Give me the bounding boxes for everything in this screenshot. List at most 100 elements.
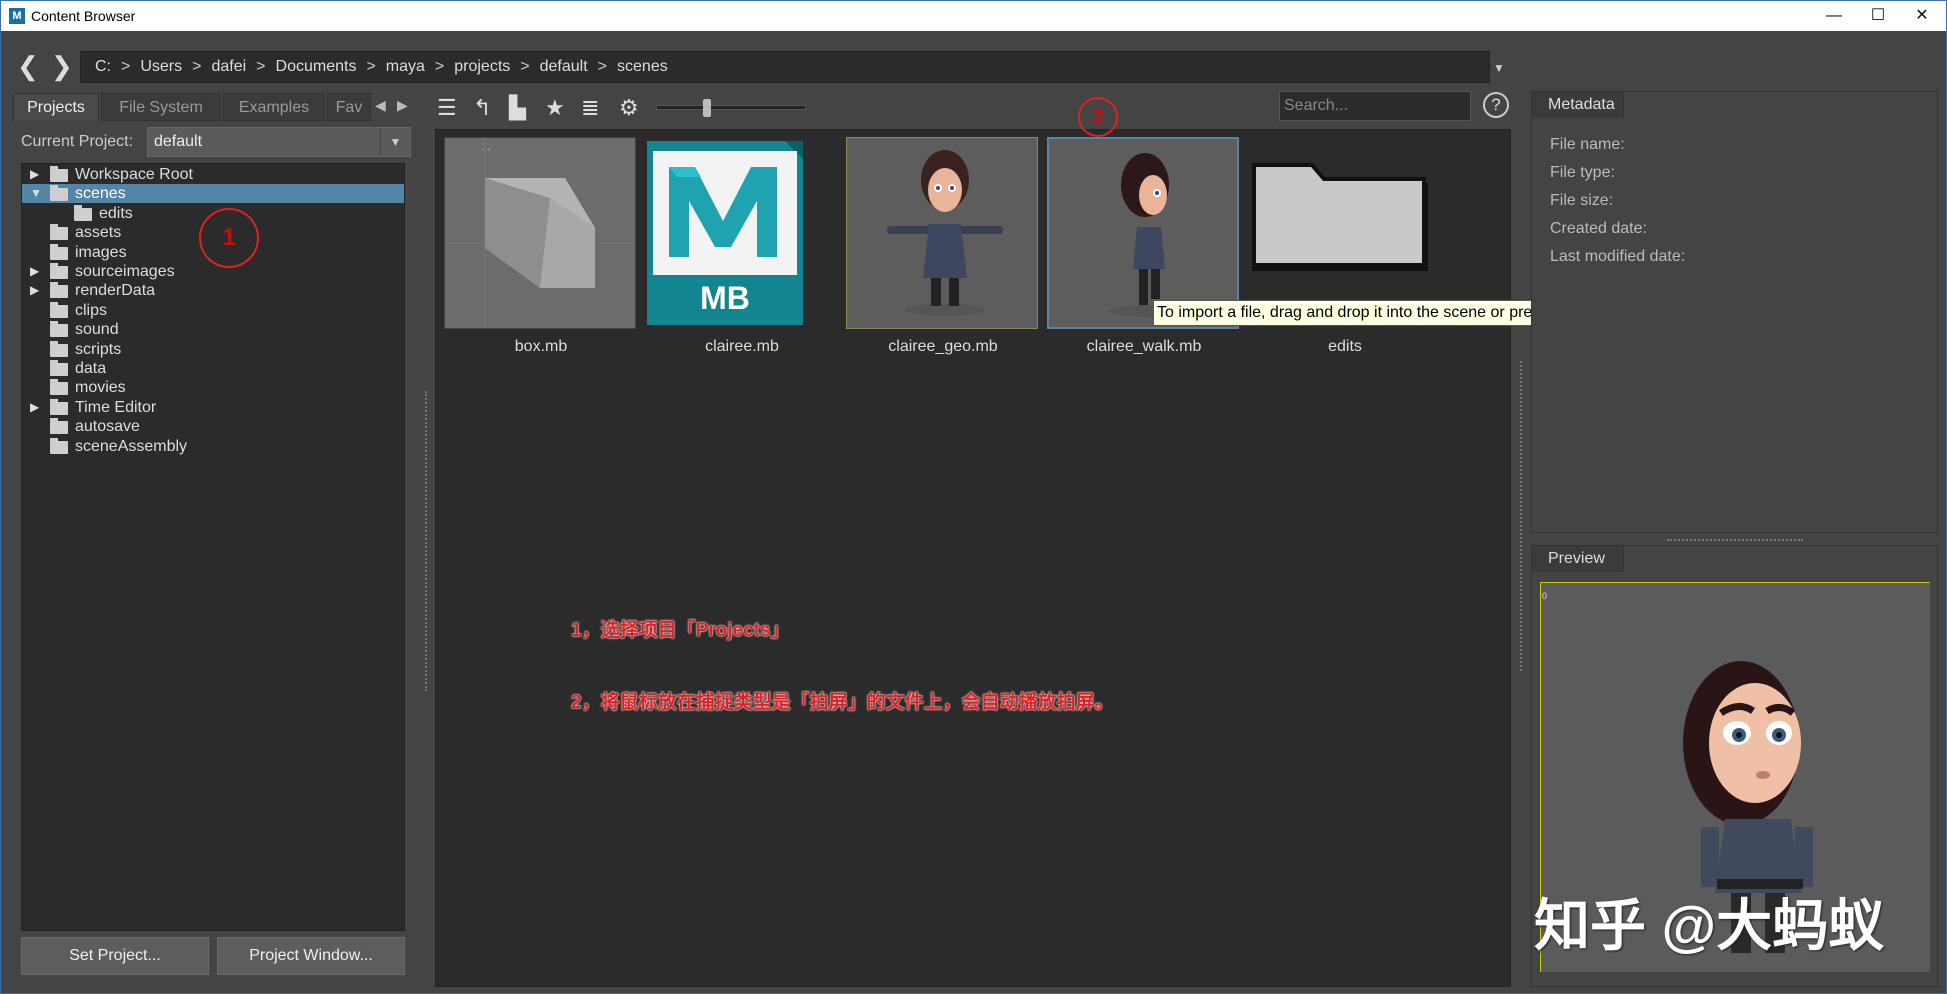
window-title: Content Browser (31, 8, 136, 24)
folder-icon (50, 418, 68, 435)
new-folder-icon[interactable]: ▙ (509, 95, 526, 121)
title-bar: M Content Browser — ☐ ✕ (1, 1, 1946, 31)
annotation-marker-2: 2 (1078, 97, 1118, 137)
tree-item[interactable]: ▶ sourceimages (22, 262, 404, 281)
tree-item[interactable]: sceneAssembly (22, 437, 404, 456)
set-project-button[interactable]: Set Project... (21, 937, 209, 975)
tree-item-label: sound (75, 321, 119, 339)
metadata-file-size-label: File size: (1550, 192, 1614, 209)
tree-item-label: assets (75, 224, 122, 242)
expand-arrow-icon[interactable]: ▶ (30, 281, 39, 300)
close-button[interactable]: ✕ (1907, 4, 1937, 28)
left-splitter[interactable] (425, 391, 427, 691)
path-dropdown-icon[interactable]: ▼ (1493, 61, 1505, 75)
tab-projects[interactable]: Projects (13, 93, 99, 121)
content-browser-window: M Content Browser — ☐ ✕ ❮ ❯ C: > Users > daf… (0, 0, 1947, 994)
maximize-button[interactable]: ☐ (1863, 4, 1893, 28)
tab-scroll-left-icon[interactable]: ◀ (375, 97, 386, 114)
file-name: clairee_geo.mb (888, 338, 998, 355)
folder-icon (50, 166, 68, 182)
sort-list-icon[interactable]: ≣ (581, 95, 599, 121)
list-view-icon[interactable]: ☰ (437, 95, 457, 121)
file-thumbnail: MB (645, 137, 837, 329)
bookmark-star-icon[interactable]: ★ (545, 95, 565, 121)
metadata-title: Metadata (1532, 92, 1624, 118)
breadcrumb-segment[interactable]: projects (454, 58, 510, 75)
gear-icon[interactable]: ⚙ (619, 95, 639, 121)
maya-app-icon: M (9, 8, 25, 24)
tree-item[interactable]: autosave (22, 417, 404, 436)
metadata-preview-splitter[interactable] (1667, 539, 1803, 541)
tree-item[interactable]: scripts (22, 340, 404, 359)
breadcrumb-segment[interactable]: scenes (617, 58, 668, 75)
file-name: clairee.mb (705, 338, 779, 355)
current-project-select[interactable]: default ▼ (147, 127, 411, 157)
tree-item-label: Time Editor (75, 398, 157, 416)
tree-item[interactable]: ▶ Workspace Root (22, 165, 404, 184)
preview-frame-label: 0 (1542, 591, 1548, 601)
expand-arrow-icon[interactable]: ▶ (30, 165, 39, 184)
tree-item-label: clips (75, 301, 108, 319)
search-input[interactable]: Search... (1279, 91, 1471, 121)
collapse-arrow-icon[interactable]: ▼ (30, 184, 42, 203)
tree-item[interactable]: movies (22, 378, 404, 397)
tree-item-label: images (75, 243, 127, 261)
file-name: edits (1328, 338, 1362, 355)
file-badge: MB (700, 280, 750, 316)
tab-examples[interactable]: Examples (223, 93, 325, 121)
minimize-button[interactable]: — (1819, 4, 1849, 28)
breadcrumb-segment[interactable]: Documents (276, 58, 357, 75)
tab-scroll-right-icon[interactable]: ▶ (397, 97, 408, 114)
folder-icon (50, 340, 68, 357)
project-window-button[interactable]: Project Window... (217, 937, 405, 975)
annotation-step-1: 1，选择项目「Projects」 (571, 620, 790, 641)
current-project-row: Current Project: default ▼ (17, 127, 415, 157)
expand-arrow-icon[interactable]: ▶ (30, 398, 39, 417)
tree-item[interactable]: ▶ renderData (22, 281, 404, 300)
tab-file-system[interactable]: File System (101, 93, 221, 121)
tree-item[interactable]: ▼ scenes (22, 184, 404, 204)
folder-icon (50, 263, 68, 279)
folder-icon (74, 204, 92, 221)
folder-icon (50, 437, 68, 454)
tree-item-label: edits (99, 204, 133, 222)
tree-item[interactable]: sound (22, 320, 404, 339)
breadcrumb-segment[interactable]: maya (386, 58, 425, 75)
metadata-file-type-label: File type: (1550, 164, 1615, 181)
help-icon[interactable]: ? (1483, 92, 1509, 118)
maya-file-icon: MB (647, 141, 803, 325)
file-name: box.mb (514, 338, 568, 355)
navigation-row: ❮ ❯ C: > Users > dafei > Documents > maya > projec… (1, 31, 1946, 91)
folder-icon (50, 243, 68, 260)
project-folder-tree[interactable]: ▶ Workspace Root ▼ scenes edits assets images ▶… (21, 163, 405, 931)
breadcrumb-segment[interactable]: default (540, 58, 588, 75)
metadata-modified-date-label: Last modified date: (1550, 248, 1686, 265)
tree-item[interactable]: ▶ Time Editor (22, 398, 404, 417)
breadcrumb[interactable]: C: > Users > dafei > Documents > maya > projects > d… (80, 51, 1490, 83)
tree-item-label: autosave (75, 418, 140, 436)
right-splitter[interactable] (1520, 361, 1522, 671)
folder-icon (50, 398, 68, 415)
preview-title: Preview (1532, 546, 1624, 572)
metadata-file-name-label: File name: (1550, 136, 1625, 153)
thumbnail-size-slider[interactable] (656, 99, 806, 117)
tab-favorites[interactable]: Fav (327, 93, 371, 121)
folder-icon (50, 282, 68, 299)
watermark: 知乎 @大蚂蚁 (1534, 894, 1885, 957)
slider-handle[interactable] (703, 99, 711, 117)
breadcrumb-segment[interactable]: C: (95, 58, 111, 75)
breadcrumb-separator: > (597, 58, 608, 75)
forward-arrow-icon[interactable]: ❯ (51, 53, 73, 79)
breadcrumb-segment[interactable]: Users (140, 58, 182, 75)
tree-item[interactable]: data (22, 359, 404, 378)
chevron-down-icon: ▼ (380, 128, 410, 156)
up-folder-icon[interactable]: ↰ (473, 95, 491, 121)
expand-arrow-icon[interactable]: ▶ (30, 262, 39, 281)
back-arrow-icon[interactable]: ❮ (17, 53, 39, 79)
file-thumbnail (846, 137, 1038, 329)
cube-icon: · · (445, 138, 635, 328)
annotation-marker-1: 1 (199, 208, 259, 268)
metadata-panel: Metadata File name: File type: File size… (1531, 91, 1938, 533)
breadcrumb-segment[interactable]: dafei (211, 58, 246, 75)
tree-item[interactable]: clips (22, 301, 404, 320)
